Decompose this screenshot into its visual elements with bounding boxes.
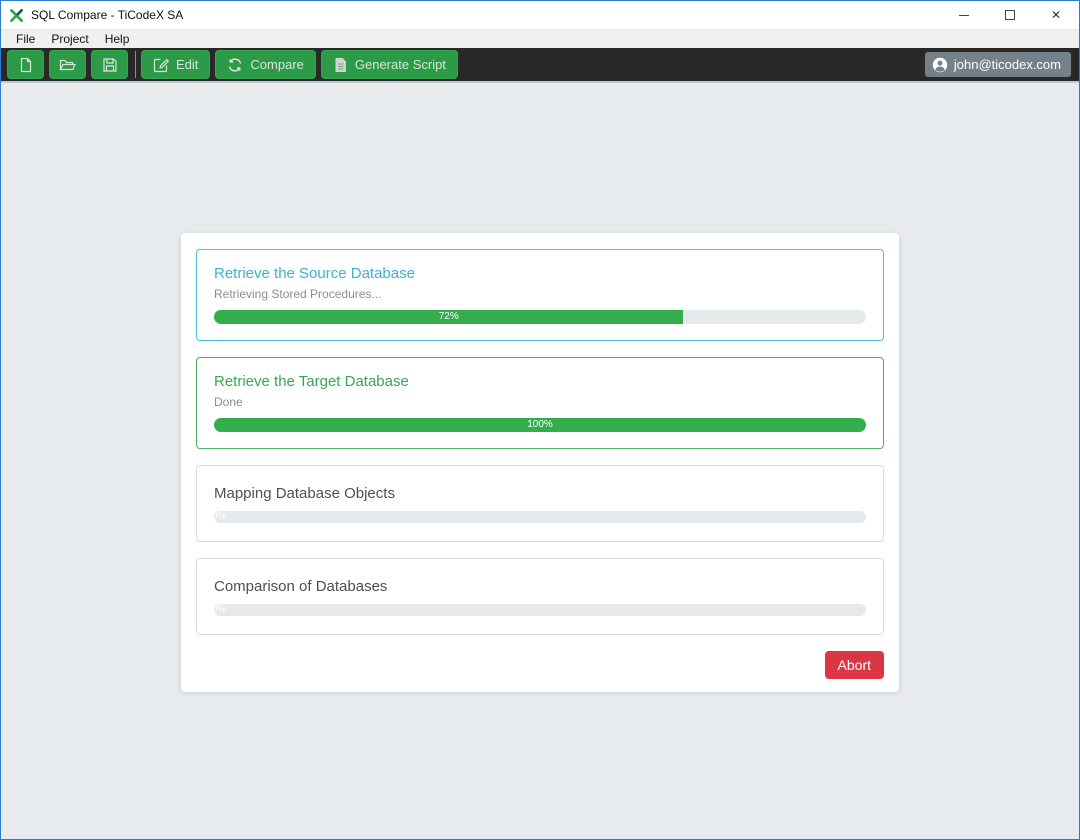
compare-button-label: Compare: [250, 57, 303, 72]
person-circle-icon: [932, 57, 948, 73]
maximize-button[interactable]: [987, 1, 1033, 29]
step-status: Done: [214, 395, 866, 409]
minimize-button[interactable]: [941, 1, 987, 29]
app-window: SQL Compare - TiCodeX SA ✕ File Project …: [0, 0, 1080, 840]
maximize-icon: [1005, 10, 1015, 20]
edit-button[interactable]: Edit: [141, 50, 210, 79]
app-logo-icon: [9, 8, 24, 23]
close-button[interactable]: ✕: [1033, 1, 1079, 29]
generate-script-button-label: Generate Script: [355, 57, 446, 72]
progress-label: 0%: [214, 605, 226, 615]
step-retrieve-target-database: Retrieve the Target Database Done 100%: [196, 357, 884, 449]
user-email: john@ticodex.com: [954, 57, 1061, 72]
open-folder-icon: [59, 57, 76, 73]
progress-bar-fill: 100%: [214, 418, 866, 432]
title-bar: SQL Compare - TiCodeX SA ✕: [1, 1, 1079, 29]
minimize-icon: [959, 15, 969, 16]
open-project-button[interactable]: [49, 50, 86, 79]
progress-bar-track: 100%: [214, 418, 866, 432]
save-icon: [102, 57, 118, 73]
new-file-icon: [18, 57, 34, 73]
step-title: Mapping Database Objects: [214, 485, 866, 502]
compare-button[interactable]: Compare: [215, 50, 315, 79]
user-account-badge[interactable]: john@ticodex.com: [925, 52, 1071, 77]
sync-arrows-icon: [227, 57, 243, 73]
toolbar-separator: [135, 51, 136, 78]
menu-bar: File Project Help: [1, 29, 1079, 48]
new-project-button[interactable]: [7, 50, 44, 79]
close-icon: ✕: [1051, 9, 1061, 21]
menu-file[interactable]: File: [8, 31, 43, 47]
step-title: Comparison of Databases: [214, 578, 866, 595]
main-content: Retrieve the Source Database Retrieving …: [1, 81, 1079, 839]
step-retrieve-source-database: Retrieve the Source Database Retrieving …: [196, 249, 884, 341]
save-project-button[interactable]: [91, 50, 128, 79]
progress-bar-track: 0%: [214, 511, 866, 523]
toolbar: Edit Compare Generate Script: [1, 48, 1079, 81]
step-title: Retrieve the Target Database: [214, 373, 866, 390]
progress-label: 72%: [439, 312, 459, 322]
window-controls: ✕: [941, 1, 1079, 29]
progress-bar-fill: 72%: [214, 310, 683, 324]
panel-footer: Abort: [196, 651, 884, 679]
comparison-progress-panel: Retrieve the Source Database Retrieving …: [181, 233, 899, 692]
edit-pencil-icon: [153, 57, 169, 73]
script-file-icon: [333, 57, 348, 73]
menu-project[interactable]: Project: [43, 31, 96, 47]
step-title: Retrieve the Source Database: [214, 265, 866, 282]
progress-label: 100%: [527, 420, 553, 430]
progress-bar-track: 0%: [214, 604, 866, 616]
generate-script-button[interactable]: Generate Script: [321, 50, 458, 79]
edit-button-label: Edit: [176, 57, 198, 72]
menu-help[interactable]: Help: [97, 31, 138, 47]
abort-button[interactable]: Abort: [825, 651, 884, 679]
progress-label: 0%: [214, 512, 226, 522]
progress-bar-track: 72%: [214, 310, 866, 324]
step-mapping-database-objects: Mapping Database Objects 0%: [196, 465, 884, 542]
window-title: SQL Compare - TiCodeX SA: [31, 8, 941, 22]
step-comparison-of-databases: Comparison of Databases 0%: [196, 558, 884, 635]
step-status: Retrieving Stored Procedures...: [214, 287, 866, 301]
